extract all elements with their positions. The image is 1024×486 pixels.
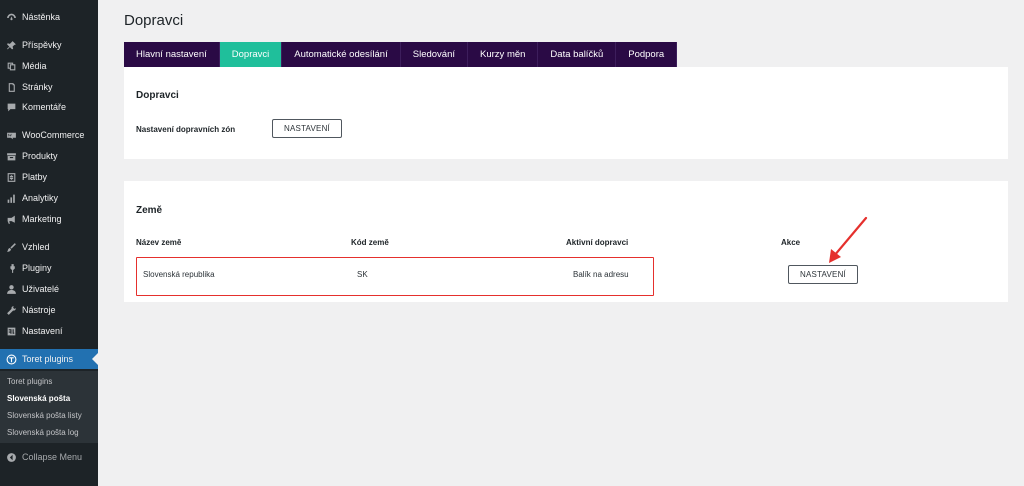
sidebar-item-label: Média bbox=[22, 61, 47, 71]
toret-icon bbox=[6, 354, 17, 365]
tab-support[interactable]: Podpora bbox=[616, 42, 678, 67]
sidebar-item-media[interactable]: Média bbox=[0, 56, 98, 76]
users-icon bbox=[6, 284, 17, 295]
tab-package-data[interactable]: Data balíčků bbox=[538, 42, 617, 67]
column-country-name: Název země bbox=[136, 238, 182, 247]
analytics-icon bbox=[6, 193, 17, 204]
sidebar-item-label: Stránky bbox=[22, 82, 53, 92]
tab-tracking[interactable]: Sledování bbox=[401, 42, 469, 67]
sidebar-item-woocommerce[interactable]: WooCommerce bbox=[0, 125, 98, 145]
tab-carriers[interactable]: Dopravci bbox=[219, 42, 283, 67]
sidebar-item-tools[interactable]: Nástroje bbox=[0, 300, 98, 320]
sidebar-item-label: Pluginy bbox=[22, 263, 52, 273]
sidebar-item-label: Toret plugins bbox=[22, 354, 74, 364]
media-icon bbox=[6, 61, 17, 72]
annotation-arrow bbox=[829, 216, 868, 263]
products-icon bbox=[6, 151, 17, 162]
submenu-item-toret-plugins[interactable]: Toret plugins bbox=[7, 377, 52, 386]
cell-country-code: SK bbox=[357, 270, 368, 279]
sidebar-item-payments[interactable]: Platby bbox=[0, 167, 98, 187]
sidebar-item-label: Produkty bbox=[22, 151, 58, 161]
sidebar-item-settings[interactable]: Nastavení bbox=[0, 321, 98, 341]
shipping-zones-settings-button[interactable]: NASTAVENÍ bbox=[272, 119, 342, 138]
comments-icon bbox=[6, 102, 17, 113]
country-settings-button[interactable]: NASTAVENÍ bbox=[788, 265, 858, 284]
sidebar-item-comments[interactable]: Komentáře bbox=[0, 97, 98, 117]
pages-icon bbox=[6, 82, 17, 93]
sidebar-item-label: WooCommerce bbox=[22, 130, 85, 140]
megaphone-icon bbox=[6, 214, 17, 225]
sidebar-item-label: Nástěnka bbox=[22, 12, 61, 22]
plugin-icon bbox=[6, 263, 17, 274]
page-title: Dopravci bbox=[124, 12, 184, 29]
sidebar-item-pages[interactable]: Stránky bbox=[0, 77, 98, 97]
sidebar-item-plugins[interactable]: Pluginy bbox=[0, 258, 98, 278]
column-actions: Akce bbox=[781, 238, 801, 247]
tab-exchange-rates[interactable]: Kurzy měn bbox=[468, 42, 539, 67]
submenu-item-slovenska-posta-listy[interactable]: Slovenská pošta listy bbox=[7, 411, 82, 420]
collapse-menu-button[interactable]: Collapse Menu bbox=[0, 447, 98, 467]
sidebar-item-appearance[interactable]: Vzhled bbox=[0, 237, 98, 257]
sidebar-item-label: Uživatelé bbox=[22, 284, 60, 294]
cell-country-name: Slovenská republika bbox=[143, 270, 215, 279]
sidebar-item-dashboard[interactable]: Nástěnka bbox=[0, 7, 98, 27]
sidebar-item-label: Příspěvky bbox=[22, 40, 62, 50]
countries-card-title: Země bbox=[136, 205, 163, 216]
column-active-carriers: Aktivní dopravci bbox=[566, 238, 629, 247]
tab-auto-sending[interactable]: Automatické odesílání bbox=[282, 42, 401, 67]
settings-tabs: Hlavní nastavení Dopravci Automatické od… bbox=[124, 42, 678, 67]
sidebar-item-analytics[interactable]: Analytiky bbox=[0, 188, 98, 208]
countries-card: Země Název země Kód země Aktivní dopravc… bbox=[124, 181, 1008, 302]
sidebar-item-label: Nástroje bbox=[22, 305, 56, 315]
woocommerce-icon bbox=[6, 130, 17, 141]
tab-main-settings[interactable]: Hlavní nastavení bbox=[124, 42, 220, 67]
sidebar-item-label: Marketing bbox=[22, 214, 62, 224]
sidebar-item-label: Platby bbox=[22, 172, 48, 182]
sidebar-item-label: Vzhled bbox=[22, 242, 50, 252]
settings-icon bbox=[6, 326, 17, 337]
sidebar-item-label: Nastavení bbox=[22, 326, 63, 336]
sidebar-item-label: Komentáře bbox=[22, 102, 67, 112]
brush-icon bbox=[6, 242, 17, 253]
shipping-zones-label: Nastavení dopravních zón bbox=[136, 125, 236, 134]
admin-sidebar: Nástěnka Příspěvky Média Stránky Komentá… bbox=[0, 0, 98, 486]
carriers-card-title: Dopravci bbox=[136, 90, 179, 101]
pin-icon bbox=[6, 40, 17, 51]
collapse-menu-label: Collapse Menu bbox=[22, 452, 83, 462]
sidebar-item-products[interactable]: Produkty bbox=[0, 146, 98, 166]
submenu-item-slovenska-posta[interactable]: Slovenská pošta bbox=[7, 394, 70, 403]
sidebar-item-marketing[interactable]: Marketing bbox=[0, 209, 98, 229]
wrench-icon bbox=[6, 305, 17, 316]
payments-icon bbox=[6, 172, 17, 183]
sidebar-item-users[interactable]: Uživatelé bbox=[0, 279, 98, 299]
collapse-icon bbox=[6, 452, 17, 463]
carriers-card: Dopravci Nastavení dopravních zón NASTAV… bbox=[124, 67, 1008, 159]
toret-submenu: Toret plugins Slovenská pošta Slovenská … bbox=[0, 371, 98, 443]
column-country-code: Kód země bbox=[351, 238, 389, 247]
sidebar-item-label: Analytiky bbox=[22, 193, 59, 203]
cell-active-carriers: Balík na adresu bbox=[573, 270, 629, 279]
sidebar-item-toret-plugins[interactable]: Toret plugins bbox=[0, 349, 98, 369]
submenu-item-slovenska-posta-log[interactable]: Slovenská pošta log bbox=[7, 428, 79, 437]
dashboard-icon bbox=[6, 12, 17, 23]
sidebar-item-posts[interactable]: Příspěvky bbox=[0, 35, 98, 55]
